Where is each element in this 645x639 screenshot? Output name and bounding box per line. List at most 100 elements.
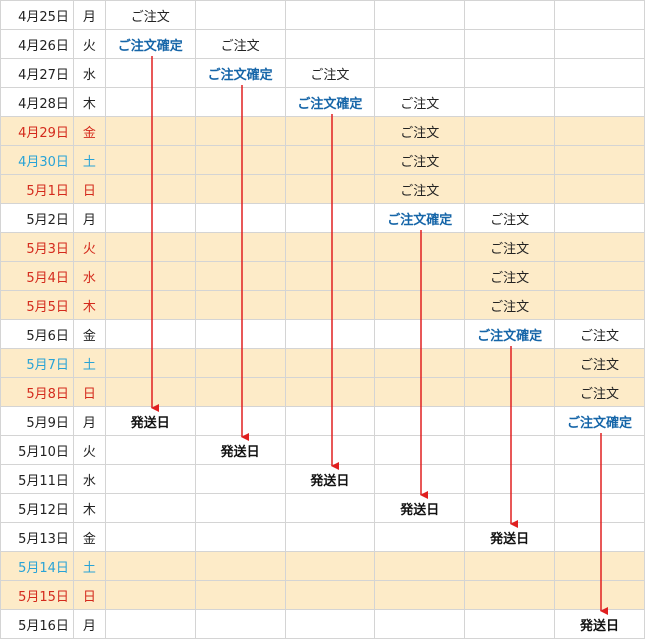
order-confirmed-cell: ご注文確定 <box>464 319 556 349</box>
empty-cell <box>464 348 556 378</box>
empty-cell <box>374 232 466 262</box>
empty-cell <box>554 522 645 552</box>
calendar-row: 4月26日火ご注文確定 ご注文 <box>0 29 645 59</box>
empty-cell <box>374 609 466 639</box>
weekday-cell: 火 <box>72 29 106 59</box>
date-cell: 4月30日 <box>0 145 74 175</box>
order-cell: ご注文 <box>374 145 466 175</box>
order-cell: ご注文 <box>554 319 645 349</box>
empty-cell <box>104 377 196 407</box>
empty-cell <box>194 145 286 175</box>
order-cell: ご注文 <box>464 261 556 291</box>
calendar-row: 5月7日土 ご注文 <box>0 348 645 378</box>
empty-cell <box>284 522 376 552</box>
empty-cell <box>554 261 645 291</box>
empty-cell <box>104 580 196 610</box>
empty-cell <box>464 609 556 639</box>
calendar-row: 5月9日月発送日 ご注文確定 <box>0 406 645 436</box>
date-cell: 5月6日 <box>0 319 74 349</box>
weekday-cell: 火 <box>72 435 106 465</box>
empty-cell <box>104 116 196 146</box>
empty-cell <box>194 232 286 262</box>
empty-cell <box>554 145 645 175</box>
calendar-row: 4月27日水 ご注文確定 ご注文 <box>0 58 645 88</box>
empty-cell <box>284 348 376 378</box>
empty-cell <box>194 261 286 291</box>
empty-cell <box>374 377 466 407</box>
empty-cell <box>194 203 286 233</box>
empty-cell <box>464 58 556 88</box>
date-cell: 5月9日 <box>0 406 74 436</box>
empty-cell <box>464 551 556 581</box>
empty-cell <box>284 580 376 610</box>
empty-cell <box>104 493 196 523</box>
empty-cell <box>194 377 286 407</box>
weekday-cell: 水 <box>72 261 106 291</box>
empty-cell <box>554 580 645 610</box>
empty-cell <box>374 261 466 291</box>
empty-cell <box>194 87 286 117</box>
empty-cell <box>374 0 466 30</box>
order-cell: ご注文 <box>464 232 556 262</box>
empty-cell <box>194 406 286 436</box>
empty-cell <box>104 232 196 262</box>
empty-cell <box>104 58 196 88</box>
date-cell: 5月7日 <box>0 348 74 378</box>
empty-cell <box>284 116 376 146</box>
empty-cell <box>194 551 286 581</box>
empty-cell <box>104 87 196 117</box>
empty-cell <box>104 290 196 320</box>
weekday-cell: 土 <box>72 348 106 378</box>
empty-cell <box>194 0 286 30</box>
empty-cell <box>464 174 556 204</box>
empty-cell <box>464 29 556 59</box>
empty-cell <box>464 580 556 610</box>
empty-cell <box>464 87 556 117</box>
date-cell: 5月15日 <box>0 580 74 610</box>
date-cell: 5月5日 <box>0 290 74 320</box>
empty-cell <box>104 609 196 639</box>
weekday-cell: 金 <box>72 116 106 146</box>
empty-cell <box>374 58 466 88</box>
order-cell: ご注文 <box>464 290 556 320</box>
weekday-cell: 金 <box>72 319 106 349</box>
order-confirmed-cell: ご注文確定 <box>284 87 376 117</box>
date-cell: 5月12日 <box>0 493 74 523</box>
empty-cell <box>464 377 556 407</box>
empty-cell <box>554 203 645 233</box>
order-confirmed-cell: ご注文確定 <box>194 58 286 88</box>
calendar-row: 4月29日金 ご注文 <box>0 116 645 146</box>
empty-cell <box>104 319 196 349</box>
calendar-row: 5月15日日 <box>0 580 645 610</box>
calendar-body: 4月25日月ご注文 4月26日火ご注文確定 ご注文 4月27日水ご注文確定 ご注文 4月2… <box>0 0 645 639</box>
empty-cell <box>284 174 376 204</box>
order-cell: ご注文 <box>284 58 376 88</box>
date-cell: 5月11日 <box>0 464 74 494</box>
calendar-row: 5月10日火 発送日 <box>0 435 645 465</box>
empty-cell <box>284 0 376 30</box>
empty-cell <box>194 290 286 320</box>
empty-cell <box>464 464 556 494</box>
empty-cell <box>374 435 466 465</box>
date-cell: 5月16日 <box>0 609 74 639</box>
shipping-calendar-table: 4月25日月ご注文 4月26日火ご注文確定 ご注文 4月27日水ご注文確定 ご注文 4月2… <box>0 0 645 639</box>
empty-cell <box>284 145 376 175</box>
empty-cell <box>464 145 556 175</box>
calendar-row: 5月12日木 発送日 <box>0 493 645 523</box>
calendar-row: 5月16日月 発送日 <box>0 609 645 639</box>
weekday-cell: 日 <box>72 377 106 407</box>
empty-cell <box>104 203 196 233</box>
empty-cell <box>104 435 196 465</box>
order-cell: ご注文 <box>194 29 286 59</box>
calendar-row: 4月28日木 ご注文確定 ご注文 <box>0 87 645 117</box>
order-cell: ご注文 <box>374 116 466 146</box>
order-cell: ご注文 <box>374 87 466 117</box>
empty-cell <box>464 435 556 465</box>
empty-cell <box>104 174 196 204</box>
empty-cell <box>194 522 286 552</box>
date-cell: 4月27日 <box>0 58 74 88</box>
empty-cell <box>374 464 466 494</box>
date-cell: 4月28日 <box>0 87 74 117</box>
ship-date-cell: 発送日 <box>104 406 196 436</box>
empty-cell <box>374 522 466 552</box>
